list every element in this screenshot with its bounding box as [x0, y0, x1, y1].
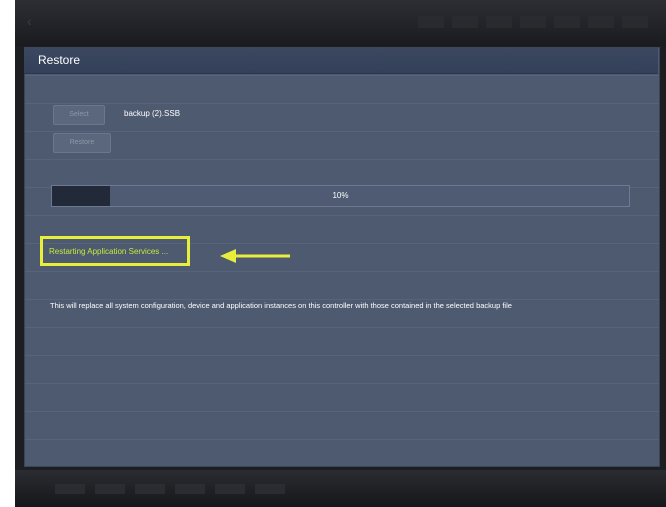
selected-filename: backup (2).SSB [124, 109, 181, 118]
warning-text: This will replace all system configurati… [50, 301, 512, 310]
select-button[interactable]: Select [53, 105, 105, 125]
dialog-titlebar [24, 47, 658, 74]
toolbar-buttons [418, 16, 648, 28]
status-message: Restarting Application Services ... [49, 247, 169, 256]
bottom-toolbar-items [55, 484, 285, 494]
progress-label: 10% [332, 191, 349, 200]
bottom-toolbar [15, 470, 666, 507]
back-chevron-icon: ‹ [27, 13, 32, 29]
top-toolbar: ‹ [15, 0, 666, 46]
arrow-left-icon [220, 249, 290, 263]
restore-progress-bar: 10% [51, 185, 630, 207]
restore-button[interactable]: Restore [53, 133, 111, 153]
dialog-title: Restore [38, 53, 81, 67]
